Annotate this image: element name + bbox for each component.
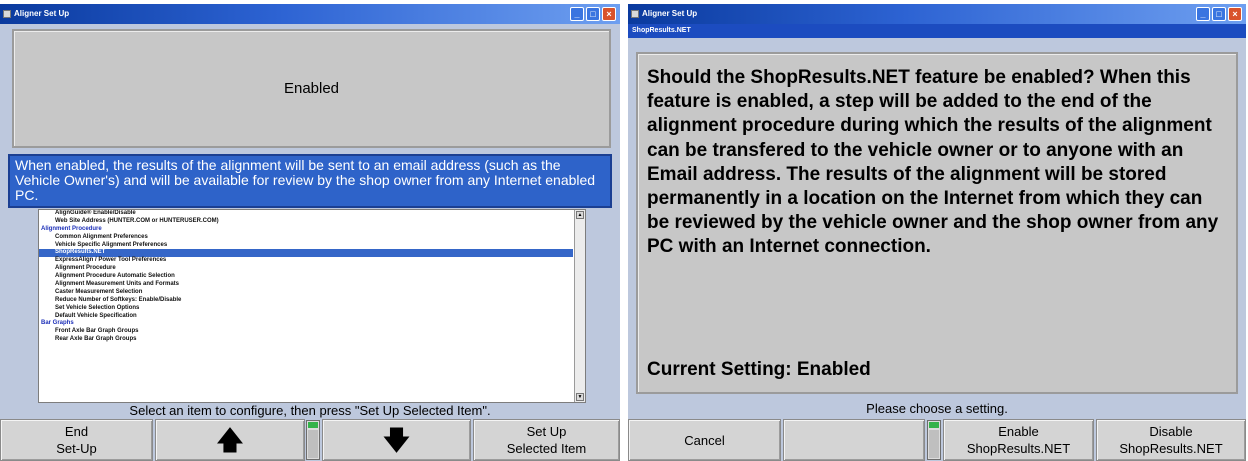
- list-item[interactable]: Vehicle Specific Alignment Preferences: [39, 242, 585, 250]
- list-item[interactable]: Set Vehicle Selection Options: [39, 305, 585, 313]
- window-controls: _ □ ×: [570, 7, 616, 21]
- list-item[interactable]: Web Site Address (HUNTER.COM or HUNTERUS…: [39, 218, 585, 226]
- enable-line2: ShopResults.NET: [966, 441, 1071, 456]
- minimize-button[interactable]: _: [1196, 7, 1210, 21]
- status-panel: Enabled: [12, 29, 611, 148]
- setup-selected-line2: Selected Item: [506, 441, 587, 456]
- title-bar: Aligner Set Up _ □ ×: [0, 4, 620, 24]
- cancel-button[interactable]: Cancel: [628, 419, 781, 461]
- aligner-setup-window-left: Aligner Set Up _ □ × Enabled When enable…: [0, 4, 620, 461]
- list-item[interactable]: ExpressAlign / Power Tool Preferences: [39, 257, 585, 265]
- list-item[interactable]: Alignment Procedure: [39, 265, 585, 273]
- list-item[interactable]: ShopResults.NET: [39, 249, 573, 258]
- enable-shopresults-button[interactable]: Enable ShopResults.NET: [943, 419, 1094, 461]
- cancel-label: Cancel: [684, 432, 725, 448]
- minimize-button[interactable]: _: [570, 7, 584, 21]
- level-meter-icon: [927, 420, 941, 460]
- window-title: Aligner Set Up: [642, 9, 698, 18]
- current-setting: Current Setting: Enabled: [647, 359, 871, 380]
- list-group-header: Alignment Procedure: [41, 225, 102, 232]
- setup-selected-line1: Set Up: [526, 424, 567, 439]
- maximize-button[interactable]: □: [586, 7, 600, 21]
- list-item[interactable]: Alignment Measurement Units and Formats: [39, 281, 585, 289]
- scroll-down-button[interactable]: 🡇: [322, 419, 471, 461]
- level-meter-icon: [306, 420, 320, 460]
- scroll-down-icon[interactable]: ▼: [576, 393, 584, 401]
- close-button[interactable]: ×: [602, 7, 616, 21]
- list-item[interactable]: Rear Axle Bar Graph Groups: [39, 336, 585, 344]
- disable-line1: Disable: [1149, 424, 1193, 439]
- maximize-button[interactable]: □: [1212, 7, 1226, 21]
- setup-selected-item-button[interactable]: Set Up Selected Item: [473, 419, 620, 461]
- list-item[interactable]: Caster Measurement Selection: [39, 289, 585, 297]
- app-icon: [3, 10, 11, 18]
- scroll-up-icon[interactable]: ▲: [576, 211, 584, 219]
- list-item[interactable]: Default Vehicle Specification: [39, 313, 585, 321]
- level-meter-indicator: [929, 422, 939, 428]
- list-scrollbar[interactable]: ▲ ▼: [574, 210, 585, 402]
- instruction-text: Please choose a setting.: [866, 401, 1008, 416]
- list-item[interactable]: Alignment Procedure Automatic Selection: [39, 273, 585, 281]
- close-button[interactable]: ×: [1228, 7, 1242, 21]
- list-item[interactable]: Common Alignment Preferences: [39, 234, 585, 242]
- list-items-container: AlignGuide® Enable/Disable Web Site Addre…: [39, 210, 585, 344]
- list-item[interactable]: Reduce Number of Softkeys: Enable/Disabl…: [39, 297, 585, 305]
- blank-softkey[interactable]: [783, 419, 925, 461]
- feature-description: Should the ShopResults.NET feature be en…: [647, 67, 1219, 258]
- end-setup-line2: Set-Up: [56, 441, 97, 456]
- list-group-header: Bar Graphs: [41, 320, 74, 327]
- dialog-subtitle: ShopResults.NET: [628, 24, 1246, 38]
- aligner-setup-window-right: Aligner Set Up _ □ × ShopResults.NET Sho…: [628, 4, 1246, 461]
- disable-line2: ShopResults.NET: [1119, 441, 1223, 456]
- scroll-up-button[interactable]: 🡅: [155, 419, 305, 461]
- list-item[interactable]: AlignGuide® Enable/Disable: [39, 210, 585, 218]
- softkey-bar: End Set-Up 🡅 🡇 Set Up Selected Item: [0, 419, 620, 461]
- disable-shopresults-button[interactable]: Disable ShopResults.NET: [1096, 419, 1246, 461]
- level-meter-fill: [308, 430, 318, 458]
- end-setup-button[interactable]: End Set-Up: [0, 419, 153, 461]
- setup-items-list[interactable]: AlignGuide® Enable/Disable Web Site Addre…: [38, 209, 586, 403]
- end-setup-line1: End: [64, 424, 89, 439]
- up-arrow-icon: 🡅: [216, 425, 244, 455]
- level-meter-indicator: [308, 422, 318, 428]
- softkey-bar: Cancel Enable ShopResults.NET Disable Sh…: [628, 419, 1246, 461]
- app-icon: [631, 10, 639, 18]
- description-text: When enabled, the results of the alignme…: [8, 154, 612, 208]
- list-item[interactable]: Front Axle Bar Graph Groups: [39, 328, 585, 336]
- window-title: Aligner Set Up: [14, 9, 70, 18]
- window-controls: _ □ ×: [1196, 7, 1242, 21]
- level-meter-fill: [929, 430, 939, 458]
- enable-line1: Enable: [998, 424, 1039, 439]
- message-panel: Should the ShopResults.NET feature be en…: [636, 52, 1238, 394]
- down-arrow-icon: 🡇: [383, 425, 410, 455]
- status-value: Enabled: [283, 80, 340, 97]
- title-bar: Aligner Set Up _ □ ×: [628, 4, 1246, 24]
- instruction-text: Select an item to configure, then press …: [129, 403, 491, 418]
